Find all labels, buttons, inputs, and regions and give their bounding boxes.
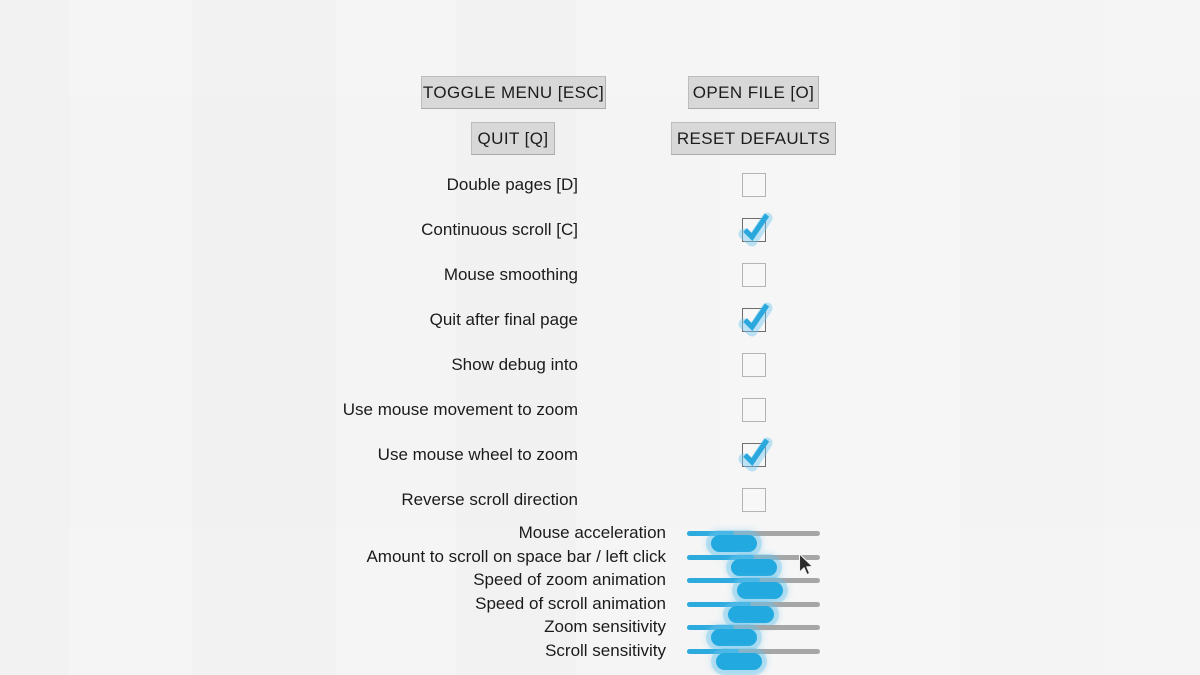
setting-checkbox[interactable]: [742, 308, 766, 332]
checkbox-label: Double pages [D]: [446, 175, 578, 194]
checkbox-row: Show debug into: [0, 350, 1200, 380]
checkbox-label: Reverse scroll direction: [401, 490, 578, 509]
slider-track[interactable]: [687, 531, 820, 552]
slider-row: Amount to scroll on space bar / left cli…: [0, 545, 1200, 576]
slider-row: Speed of scroll animation: [0, 592, 1200, 623]
slider-label: Speed of zoom animation: [473, 570, 666, 589]
slider-label: Mouse acceleration: [518, 523, 666, 542]
checkbox-row: Use mouse movement to zoom: [0, 395, 1200, 425]
slider-track[interactable]: [687, 602, 820, 623]
checkbox-row: Double pages [D]: [0, 170, 1200, 200]
setting-checkbox[interactable]: [742, 443, 766, 467]
checkbox-label: Use mouse wheel to zoom: [377, 445, 578, 464]
checkbox-row: Reverse scroll direction: [0, 485, 1200, 515]
reset-defaults-button[interactable]: RESET DEFAULTS: [671, 122, 836, 155]
slider-row: Speed of zoom animation: [0, 568, 1200, 599]
slider-track[interactable]: [687, 555, 820, 576]
slider-row: Mouse acceleration: [0, 521, 1200, 552]
checkbox-row: Quit after final page: [0, 302, 1200, 337]
checkbox-row: Mouse smoothing: [0, 260, 1200, 290]
setting-checkbox[interactable]: [742, 488, 766, 512]
slider-track[interactable]: [687, 578, 820, 599]
settings-overlay: TOGGLE MENU [ESC] QUIT [Q] OPEN FILE [O]…: [0, 0, 1200, 675]
checkbox-label: Use mouse movement to zoom: [342, 400, 578, 419]
slider-label: Amount to scroll on space bar / left cli…: [366, 547, 666, 566]
checkbox-label: Mouse smoothing: [443, 265, 578, 284]
setting-checkbox[interactable]: [742, 218, 766, 242]
setting-checkbox[interactable]: [742, 263, 766, 287]
quit-button[interactable]: QUIT [Q]: [471, 122, 555, 155]
setting-checkbox[interactable]: [742, 353, 766, 377]
setting-checkbox[interactable]: [742, 173, 766, 197]
setting-checkbox[interactable]: [742, 398, 766, 422]
checkbox-row: Use mouse wheel to zoom: [0, 437, 1200, 472]
open-file-button[interactable]: OPEN FILE [O]: [688, 76, 819, 109]
slider-label: Zoom sensitivity: [544, 617, 666, 636]
checkbox-label: Continuous scroll [C]: [421, 220, 578, 239]
toggle-menu-button[interactable]: TOGGLE MENU [ESC]: [421, 76, 606, 109]
slider-track[interactable]: [687, 625, 820, 646]
checkbox-row: Continuous scroll [C]: [0, 212, 1200, 247]
slider-row: Zoom sensitivity: [0, 615, 1200, 646]
slider-label: Speed of scroll animation: [475, 594, 666, 613]
slider-row: Scroll sensitivity: [0, 639, 1200, 670]
slider-track[interactable]: [687, 649, 820, 670]
slider-handle[interactable]: [715, 653, 762, 670]
checkbox-label: Quit after final page: [429, 310, 578, 329]
slider-label: Scroll sensitivity: [545, 641, 666, 660]
checkbox-label: Show debug into: [451, 355, 578, 374]
